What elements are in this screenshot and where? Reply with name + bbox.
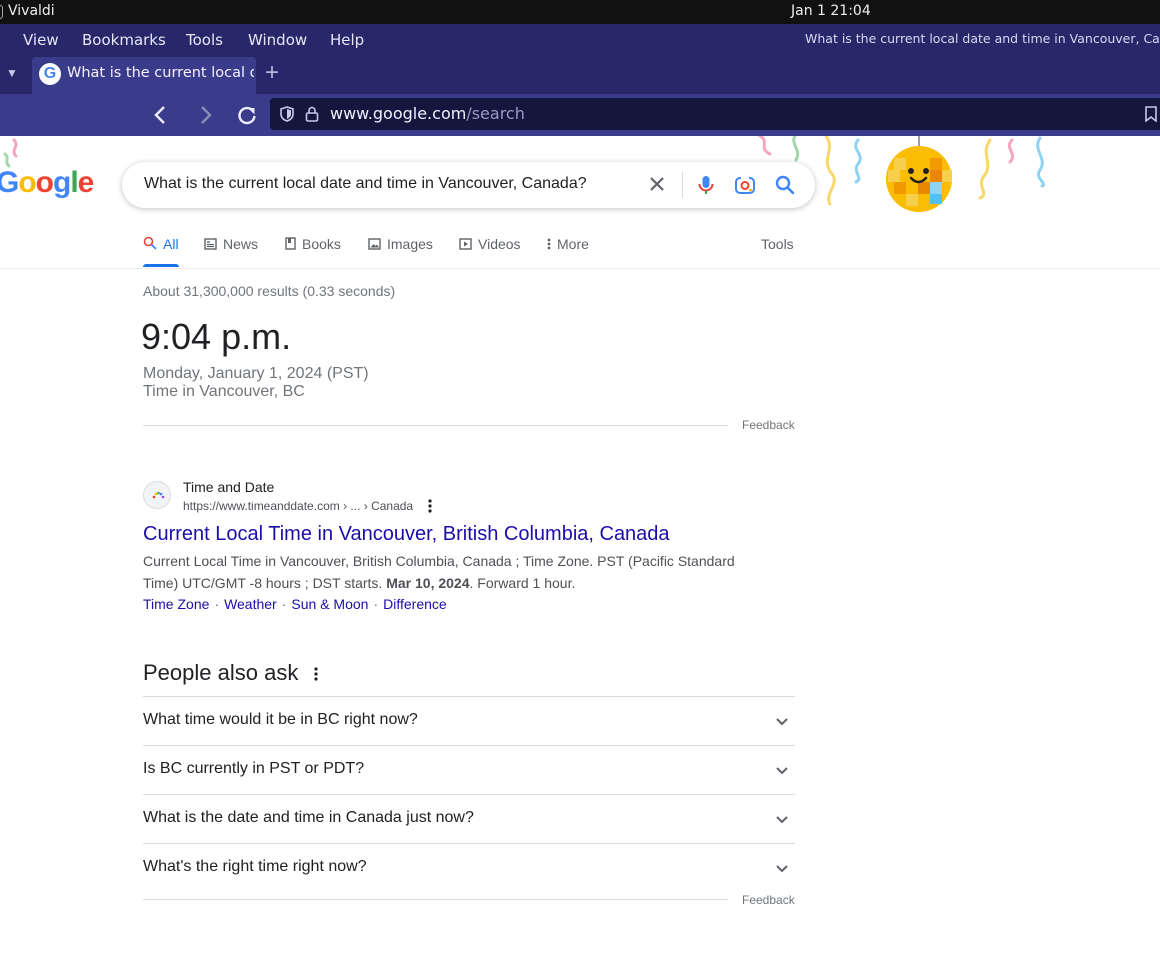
browser-menu-bar: View Bookmarks Tools Window Help What is…: [0, 24, 1160, 56]
image-icon: [368, 238, 381, 250]
search-icon: [143, 236, 157, 250]
os-clock[interactable]: Jan 1 21:04: [791, 3, 871, 19]
forward-arrow-icon[interactable]: [192, 102, 218, 128]
menu-window[interactable]: Window: [248, 31, 307, 49]
tab-title: What is the current local date and time …: [67, 65, 254, 81]
active-tab-indicator: [143, 264, 179, 267]
google-logo[interactable]: Google: [0, 166, 94, 200]
sitelink-time-zone[interactable]: Time Zone: [143, 596, 209, 612]
new-tab-plus-icon[interactable]: +: [265, 59, 279, 87]
tab-all[interactable]: All: [143, 236, 179, 252]
disco-ball-doodle-icon[interactable]: [884, 136, 956, 216]
lock-icon: [305, 106, 319, 122]
paa-feedback-link[interactable]: Feedback: [742, 893, 795, 907]
clear-search-icon[interactable]: [646, 172, 668, 196]
result-more-options-icon[interactable]: [428, 499, 432, 513]
search-divider: [682, 172, 683, 198]
sitelink-sun-moon[interactable]: Sun & Moon: [291, 596, 368, 612]
microphone-icon[interactable]: [695, 174, 717, 196]
answer-time: 9:04 p.m.: [141, 316, 292, 357]
menu-bookmarks[interactable]: Bookmarks: [82, 31, 166, 49]
reload-icon[interactable]: [234, 102, 260, 128]
paa-more-options-icon[interactable]: [314, 667, 318, 681]
url-text[interactable]: www.google.com/search: [330, 104, 525, 123]
result-sitelinks: Time Zone · Weather · Sun & Moon · Difference: [143, 596, 447, 612]
search-input[interactable]: What is the current local date and time …: [144, 175, 587, 193]
tab-news[interactable]: News: [204, 236, 258, 252]
site-favicon-icon: [143, 481, 171, 509]
book-icon: [285, 237, 296, 250]
app-indicator-icon: [0, 5, 3, 19]
bookmark-icon[interactable]: [1145, 106, 1157, 122]
paa-question[interactable]: What time would it be in BC right now?: [143, 696, 795, 745]
paa-question[interactable]: What's the right time right now?: [143, 843, 795, 892]
answer-feedback-link[interactable]: Feedback: [742, 418, 795, 432]
os-top-bar: Vivaldi Jan 1 21:04: [0, 0, 1160, 24]
search-icon[interactable]: [774, 174, 796, 196]
sitelink-weather[interactable]: Weather: [224, 596, 277, 612]
google-results-page: Google What is the current local date an…: [0, 136, 1160, 956]
search-box[interactable]: What is the current local date and time …: [122, 162, 815, 208]
back-arrow-icon[interactable]: [148, 102, 174, 128]
paa-divider: [143, 899, 728, 900]
window-title: What is the current local date and time …: [805, 31, 1160, 46]
result-snippet: Current Local Time in Vancouver, British…: [143, 553, 735, 591]
tab-videos[interactable]: Videos: [459, 236, 521, 252]
answer-place: Time in Vancouver, BC: [143, 383, 305, 400]
answer-date: Monday, January 1, 2024 (PST): [143, 365, 369, 382]
address-bar: www.google.com/search: [0, 94, 1160, 136]
answer-divider: [143, 425, 728, 426]
sitelink-difference[interactable]: Difference: [383, 596, 447, 612]
menu-view[interactable]: View: [23, 31, 59, 49]
url-field[interactable]: www.google.com/search: [270, 98, 1160, 130]
tab-active[interactable]: G What is the current local date and tim…: [32, 57, 256, 94]
people-also-ask-heading: People also ask: [143, 660, 299, 685]
paa-question[interactable]: Is BC currently in PST or PDT?: [143, 745, 795, 794]
tab-menu-icon[interactable]: ▼: [6, 66, 18, 80]
google-favicon-icon: G: [39, 63, 61, 85]
result-site-name[interactable]: Time and Date: [183, 479, 274, 495]
os-app-name[interactable]: Vivaldi: [8, 3, 55, 19]
result-title-link[interactable]: Current Local Time in Vancouver, British…: [143, 523, 670, 546]
paa-question[interactable]: What is the date and time in Canada just…: [143, 794, 795, 843]
tools-button[interactable]: Tools: [761, 236, 794, 252]
chevron-down-icon: [776, 816, 788, 824]
result-stats: About 31,300,000 results (0.33 seconds): [143, 283, 396, 299]
tab-books[interactable]: Books: [285, 236, 341, 252]
google-lens-icon[interactable]: [734, 174, 756, 196]
tab-more[interactable]: More: [547, 236, 589, 252]
chevron-down-icon: [776, 767, 788, 775]
video-icon: [459, 238, 472, 250]
chevron-down-icon: [776, 865, 788, 873]
chevron-down-icon: [776, 718, 788, 726]
tab-images[interactable]: Images: [368, 236, 433, 252]
news-icon: [204, 238, 217, 250]
menu-tools[interactable]: Tools: [186, 31, 223, 49]
menu-help[interactable]: Help: [330, 31, 364, 49]
tabs-divider: [0, 268, 1160, 269]
shield-icon[interactable]: [280, 106, 294, 122]
more-vertical-icon: [547, 238, 551, 250]
tab-bar: ▼ G What is the current local date and t…: [0, 56, 1160, 94]
result-site-url[interactable]: https://www.timeanddate.com › ... › Cana…: [183, 499, 413, 513]
search-tabs: All News Books Images Videos More Tools: [143, 236, 803, 268]
